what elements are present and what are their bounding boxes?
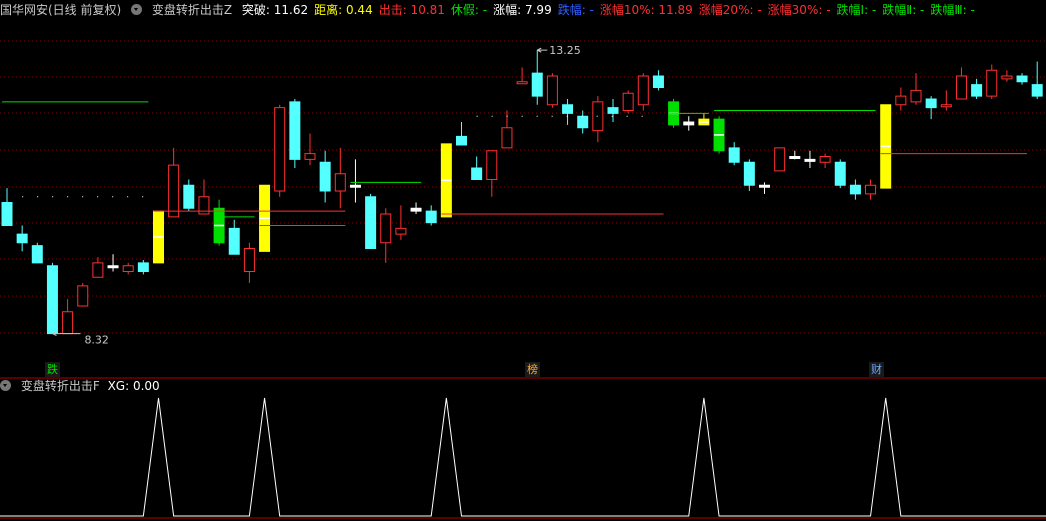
candle-body-15 xyxy=(228,227,240,255)
candle-body-23 xyxy=(349,184,361,188)
candle-body-3 xyxy=(46,265,58,335)
tag-die: 跌 xyxy=(45,362,60,377)
candle-body-66 xyxy=(1001,75,1013,80)
tag-bang: 榜 xyxy=(525,362,540,377)
candle-body-20 xyxy=(304,153,316,160)
candle-body-0 xyxy=(1,202,13,226)
candle-body-62 xyxy=(940,104,952,108)
candle-body-34 xyxy=(516,81,528,85)
candle-body-18 xyxy=(274,107,286,192)
high-label: 13.25 xyxy=(549,44,581,57)
candle-body-28 xyxy=(425,210,437,224)
candle-body-53 xyxy=(804,158,816,162)
candle-body-64 xyxy=(971,84,983,97)
candle-body-5 xyxy=(77,285,89,307)
candle-body-57 xyxy=(865,184,877,195)
candle-body-2 xyxy=(31,245,43,264)
candle-body-32 xyxy=(486,150,498,180)
kline-chart[interactable]: 13.25 8.32 xyxy=(0,0,1046,521)
candle-body-50 xyxy=(759,184,770,188)
candle-body-26 xyxy=(395,227,407,235)
candle-body-41 xyxy=(622,92,634,111)
candle-body-63 xyxy=(955,75,967,100)
tag-cai: 财 xyxy=(869,362,884,377)
candle-body-9 xyxy=(137,262,149,272)
candle-body-7 xyxy=(107,265,119,269)
candle-body-37 xyxy=(562,104,574,114)
high-arrow xyxy=(537,47,548,53)
candle-body-21 xyxy=(319,161,331,192)
candle-body-36 xyxy=(546,75,558,106)
candle-body-67 xyxy=(1016,75,1028,83)
candle-body-12 xyxy=(183,184,195,209)
candle-body-55 xyxy=(834,161,846,186)
candle-body-19 xyxy=(289,101,301,160)
candle-body-25 xyxy=(380,213,392,244)
candle-body-35 xyxy=(531,72,543,97)
candle-body-33 xyxy=(501,127,513,149)
candle-body-24 xyxy=(365,196,377,249)
candle-body-16 xyxy=(243,248,255,272)
candle-body-60 xyxy=(910,89,922,103)
candle-body-51 xyxy=(774,147,786,172)
candle-body-43 xyxy=(652,75,664,88)
candle-body-22 xyxy=(334,173,346,192)
candle-body-65 xyxy=(986,69,998,97)
candle-body-11 xyxy=(168,164,180,218)
candle-body-39 xyxy=(592,101,604,132)
candle-body-59 xyxy=(895,95,907,106)
candle-body-52 xyxy=(789,156,801,159)
candle-body-40 xyxy=(607,107,619,114)
candle-body-54 xyxy=(819,156,831,163)
candle-body-1 xyxy=(16,233,28,244)
candle-body-31 xyxy=(471,167,483,180)
candle-body-49 xyxy=(743,161,755,186)
candle-body-68 xyxy=(1031,84,1043,97)
candle-body-8 xyxy=(122,265,134,272)
candle-body-4 xyxy=(62,311,74,335)
candle-body-6 xyxy=(92,262,104,278)
candle-body-61 xyxy=(925,98,937,109)
candle-body-42 xyxy=(637,75,649,106)
candle-body-38 xyxy=(577,115,589,129)
low-label: 8.32 xyxy=(84,334,109,347)
candle-body-27 xyxy=(410,207,422,212)
candle-body-30 xyxy=(456,135,467,146)
candle-body-48 xyxy=(728,147,740,163)
xg-signal-line xyxy=(0,397,1046,517)
candle-body-45 xyxy=(683,121,695,126)
candle-body-56 xyxy=(849,184,861,195)
